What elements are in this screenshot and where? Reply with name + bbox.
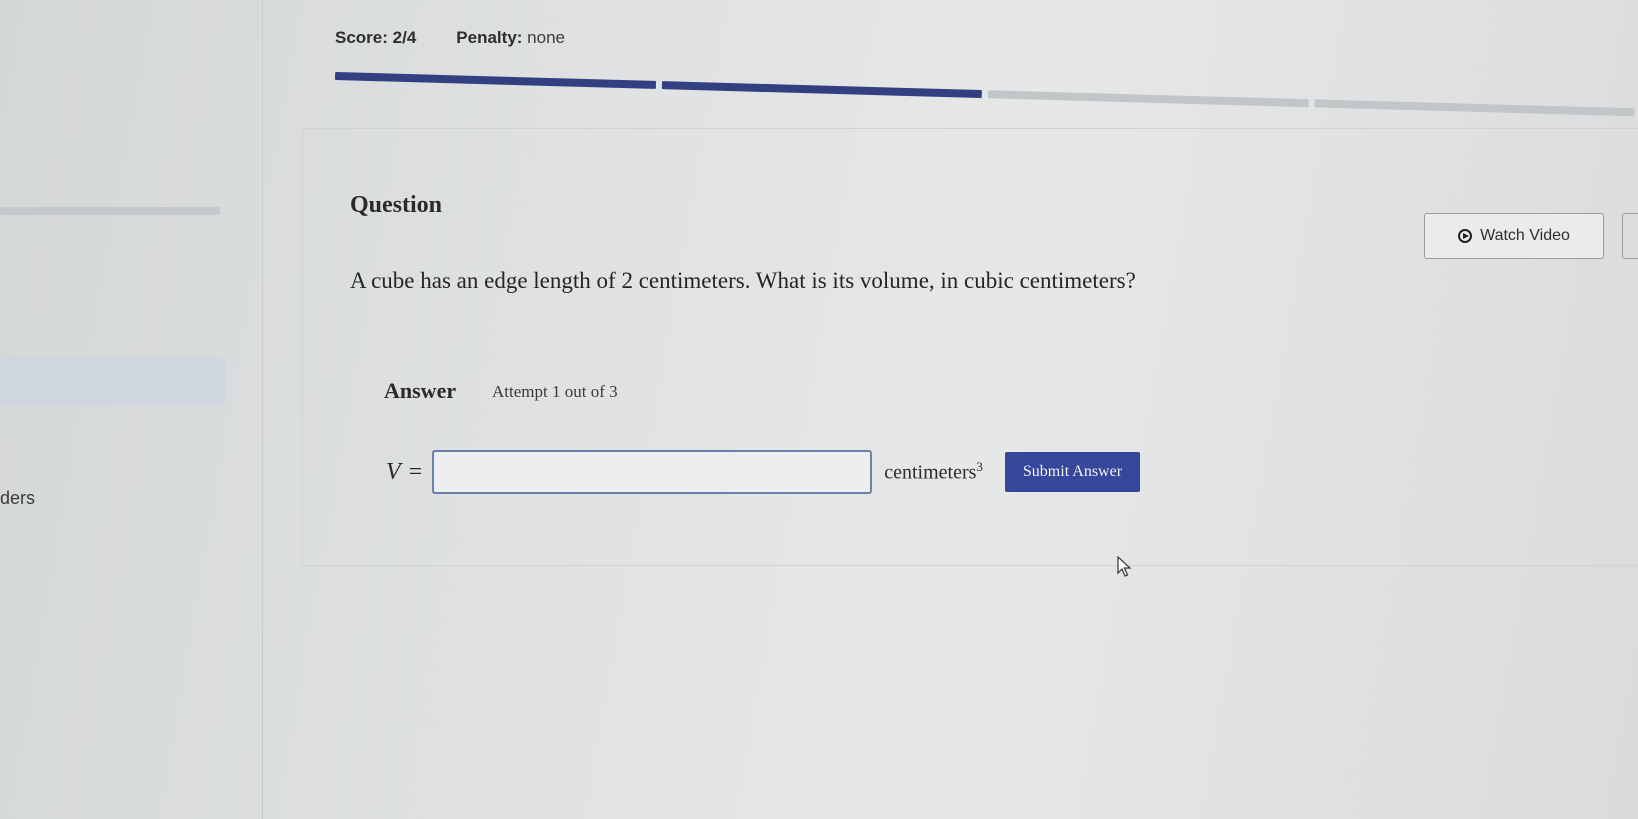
sidebar-item-selected[interactable] <box>0 357 225 405</box>
variable-label: V <box>386 458 401 485</box>
unit-exponent: 3 <box>976 459 983 475</box>
unit-text: centimeters <box>884 461 977 484</box>
unit-label: centimeters3 <box>884 459 983 485</box>
score-label: Score: <box>335 28 388 47</box>
score: Score: 2/4 <box>335 28 416 48</box>
penalty-value: none <box>527 28 565 47</box>
question-text: A cube has an edge length of 2 centimete… <box>350 268 1136 293</box>
equals-sign: = <box>408 458 423 485</box>
answer-input[interactable] <box>432 450 873 494</box>
mouse-cursor-icon <box>1117 556 1132 577</box>
penalty: Penalty: none <box>456 28 565 48</box>
score-value: 2/4 <box>392 28 417 47</box>
watch-video-label: Watch Video <box>1480 227 1570 244</box>
progress-bar <box>334 72 1635 120</box>
attempt-counter: Attempt 1 out of 3 <box>492 382 618 401</box>
score-header: Score: 2/4 Penalty: none <box>335 28 565 48</box>
progress-segment-4 <box>1314 99 1635 117</box>
answer-heading: Answer <box>384 378 457 403</box>
next-button[interactable] <box>1622 213 1638 259</box>
watch-video-button[interactable]: Watch Video <box>1424 213 1604 259</box>
left-sidebar: ders <box>0 0 263 819</box>
sidebar-divider <box>0 207 220 215</box>
play-icon <box>1458 229 1473 243</box>
sidebar-item-label[interactable]: ders <box>0 488 35 509</box>
answer-row: V = centimeters3 Submit Answer <box>386 450 1141 494</box>
penalty-label: Penalty: <box>456 28 523 47</box>
progress-segment-1 <box>334 72 656 89</box>
progress-segment-3 <box>987 90 1309 108</box>
question-card <box>302 128 1638 566</box>
progress-segment-2 <box>661 81 982 99</box>
submit-answer-button[interactable]: Submit Answer <box>1004 452 1141 492</box>
question-heading: Question <box>350 192 443 218</box>
